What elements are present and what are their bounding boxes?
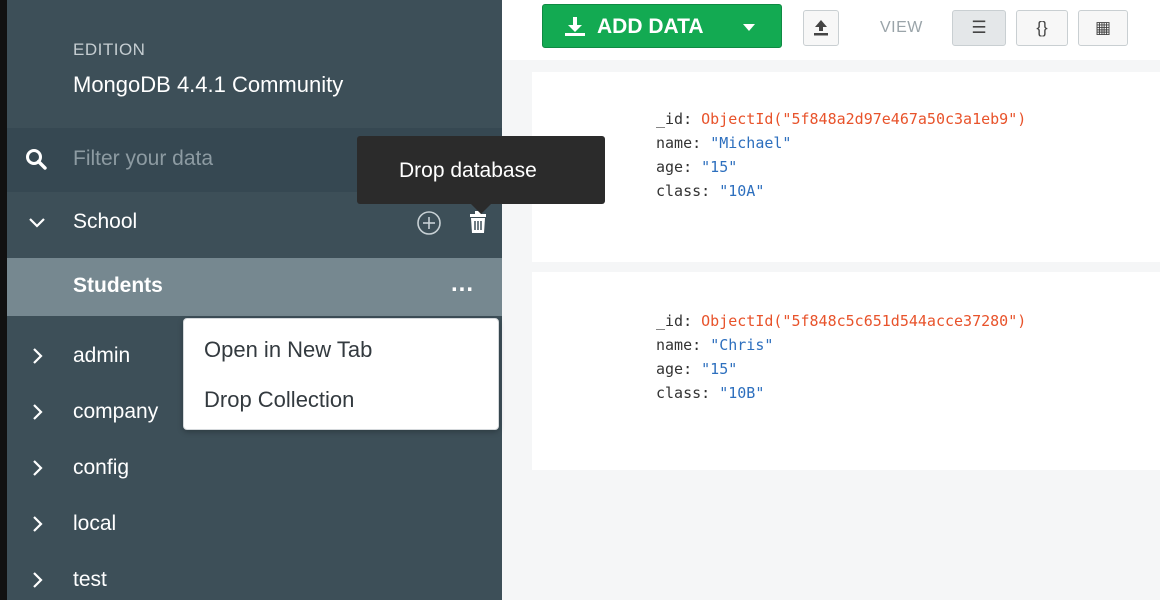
document-card[interactable]: _id: ObjectId("5f848a2d97e467a50c3a1eb9"… — [532, 72, 1160, 262]
add-data-button[interactable]: ADD DATA — [542, 4, 782, 48]
field-value: "15" — [701, 360, 738, 378]
field-key: _id: — [656, 110, 693, 128]
chevron-right-icon[interactable] — [27, 400, 47, 424]
upload-icon — [814, 20, 828, 36]
field-id: _id: ObjectId("5f848c5c651d544acce37280"… — [656, 312, 1026, 330]
field-value: "10A" — [719, 182, 765, 200]
view-table-button[interactable]: ▦ — [1078, 10, 1128, 46]
filter-placeholder: Filter your data — [73, 147, 214, 170]
field-key: age: — [656, 360, 693, 378]
download-icon — [565, 17, 585, 36]
database-name: company — [73, 400, 159, 423]
sidebar-item-config[interactable]: config — [7, 438, 502, 500]
field-value: ObjectId("5f848a2d97e467a50c3a1eb9") — [701, 110, 1027, 128]
field-value: "Chris" — [710, 336, 774, 354]
search-icon — [26, 149, 47, 170]
field-key: name: — [656, 134, 702, 152]
database-name: local — [73, 512, 117, 535]
edition-value: MongoDB 4.4.1 Community — [73, 72, 344, 97]
tooltip-text: Drop database — [399, 159, 537, 182]
chevron-right-icon[interactable] — [27, 344, 47, 368]
documents-panel: ADD DATA VIEW ☰ {} ▦ _id: ObjectId("5f84… — [502, 0, 1160, 600]
field-key: class: — [656, 384, 711, 402]
toolbar: ADD DATA VIEW ☰ {} ▦ — [502, 0, 1160, 60]
field-key: age: — [656, 158, 693, 176]
field-id: _id: ObjectId("5f848a2d97e467a50c3a1eb9"… — [656, 110, 1026, 128]
collection-name: Students — [73, 274, 163, 297]
field-age: age: "15" — [656, 360, 737, 378]
collection-context-menu: Open in New Tab Drop Collection — [183, 318, 499, 430]
edition-label: EDITION — [73, 40, 146, 59]
view-label: VIEW — [880, 19, 923, 36]
sidebar: EDITION MongoDB 4.4.1 Community Filter y… — [0, 0, 502, 600]
sidebar-item-students[interactable]: Students ... — [7, 258, 502, 316]
field-class: class: "10A" — [656, 182, 764, 200]
field-key: name: — [656, 336, 702, 354]
field-key: class: — [656, 182, 711, 200]
database-name: test — [73, 568, 107, 591]
field-name: name: "Michael" — [656, 134, 791, 152]
collection-menu-button[interactable]: ... — [451, 270, 474, 298]
chevron-right-icon[interactable] — [27, 568, 47, 592]
chevron-down-icon[interactable] — [27, 210, 47, 234]
field-value: "Michael" — [710, 134, 792, 152]
edition-panel: EDITION MongoDB 4.4.1 Community — [7, 0, 502, 128]
chevron-right-icon[interactable] — [27, 456, 47, 480]
menu-item-open-in-new-tab[interactable]: Open in New Tab — [204, 337, 372, 363]
chevron-right-icon[interactable] — [27, 512, 47, 536]
import-button[interactable] — [803, 10, 839, 46]
database-name: config — [73, 456, 130, 479]
field-value: ObjectId("5f848c5c651d544acce37280") — [701, 312, 1027, 330]
sidebar-item-test[interactable]: test — [7, 550, 502, 600]
field-name: name: "Chris" — [656, 336, 773, 354]
create-collection-icon[interactable] — [415, 209, 443, 237]
field-value: "10B" — [719, 384, 765, 402]
field-age: age: "15" — [656, 158, 737, 176]
view-json-button[interactable]: {} — [1016, 10, 1068, 46]
drop-database-tooltip: Drop database — [357, 136, 605, 214]
caret-down-icon — [743, 24, 755, 31]
menu-item-drop-collection[interactable]: Drop Collection — [204, 387, 354, 413]
tooltip-arrow — [471, 204, 491, 214]
database-name: School — [73, 210, 138, 233]
field-key: _id: — [656, 312, 693, 330]
field-value: "15" — [701, 158, 738, 176]
add-data-label: ADD DATA — [597, 15, 704, 38]
database-name: admin — [73, 344, 131, 367]
document-card[interactable]: _id: ObjectId("5f848c5c651d544acce37280"… — [532, 272, 1160, 470]
view-list-button[interactable]: ☰ — [952, 10, 1006, 46]
sidebar-item-local[interactable]: local — [7, 494, 502, 556]
field-class: class: "10B" — [656, 384, 764, 402]
